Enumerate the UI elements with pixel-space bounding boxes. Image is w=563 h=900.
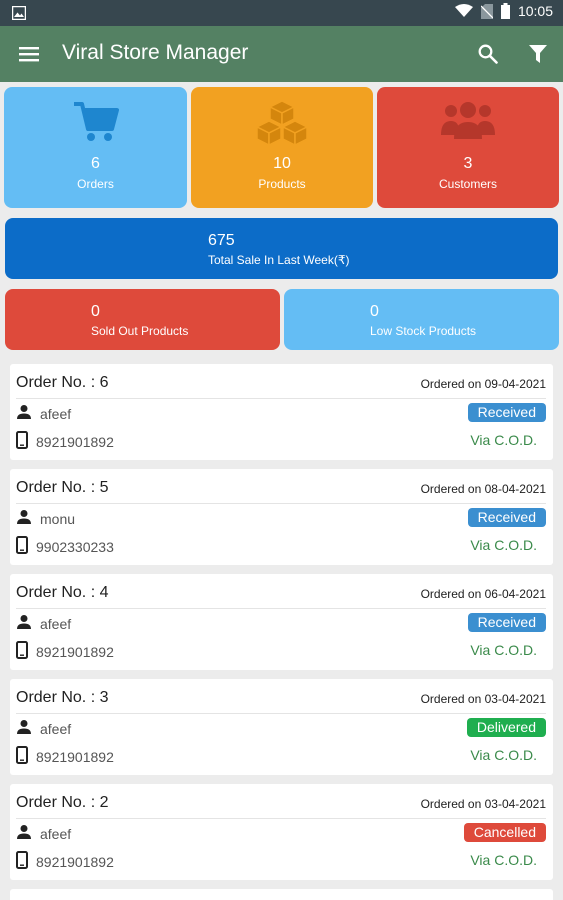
order-card[interactable]: Order No. : 2 Ordered on 03-04-2021 afee…	[10, 784, 553, 880]
divider	[16, 503, 546, 504]
orders-count: 6	[91, 155, 100, 172]
customer-name: afeef	[40, 615, 72, 632]
order-date: Ordered on 03-04-2021	[420, 692, 546, 706]
person-icon	[16, 824, 32, 843]
order-date: Ordered on 09-04-2021	[420, 377, 546, 391]
smartphone-icon	[16, 431, 28, 452]
status-badge: Delivered	[466, 718, 546, 737]
customer-name: afeef	[40, 720, 72, 737]
order-card-partial[interactable]	[10, 889, 553, 900]
customers-tile[interactable]: 3 Customers	[377, 87, 559, 208]
customers-label: Customers	[438, 177, 497, 191]
payment-mode: Via C.O.D.	[470, 852, 537, 868]
boxes-icon	[191, 101, 373, 145]
order-number: Order No. : 5	[16, 479, 109, 496]
products-count: 10	[273, 155, 291, 172]
status-badge: Received	[467, 613, 546, 632]
person-icon	[16, 509, 32, 528]
order-date: Ordered on 03-04-2021	[420, 797, 546, 811]
order-number: Order No. : 4	[16, 584, 109, 601]
products-label: Products	[258, 177, 306, 191]
person-icon	[16, 614, 32, 633]
people-icon	[377, 101, 559, 141]
divider	[16, 608, 546, 609]
person-icon	[16, 719, 32, 738]
weekly-sale-label: Total Sale In Last Week(₹)	[208, 253, 350, 267]
customer-name: afeef	[40, 825, 72, 842]
search-icon[interactable]	[474, 40, 502, 68]
customer-phone: 9902330233	[36, 538, 114, 555]
weekly-sale-value: 675	[208, 232, 235, 249]
no-sim-icon	[480, 3, 493, 19]
person-icon	[16, 404, 32, 423]
customer-phone: 8921901892	[36, 853, 114, 870]
gallery-notification-icon	[11, 5, 27, 25]
divider	[16, 818, 546, 819]
status-badge: Received	[467, 403, 546, 422]
battery-icon	[500, 3, 510, 19]
customer-name: monu	[40, 510, 76, 527]
smartphone-icon	[16, 851, 28, 872]
smartphone-icon	[16, 746, 28, 767]
filter-icon[interactable]	[524, 40, 552, 68]
customer-phone: 8921901892	[36, 748, 114, 765]
sold-out-count: 0	[91, 303, 100, 320]
status-badge: Cancelled	[463, 823, 546, 842]
low-stock-label: Low Stock Products	[370, 324, 477, 338]
payment-mode: Via C.O.D.	[470, 747, 537, 763]
customer-name: afeef	[40, 405, 72, 422]
orders-tile[interactable]: 6 Orders	[4, 87, 187, 208]
smartphone-icon	[16, 641, 28, 662]
status-badge: Received	[467, 508, 546, 527]
payment-mode: Via C.O.D.	[470, 537, 537, 553]
orders-label: Orders	[77, 177, 114, 191]
products-tile[interactable]: 10 Products	[191, 87, 373, 208]
order-card[interactable]: Order No. : 6 Ordered on 09-04-2021 afee…	[10, 364, 553, 460]
payment-mode: Via C.O.D.	[470, 642, 537, 658]
status-time: 10:05	[517, 3, 553, 19]
order-number: Order No. : 6	[16, 374, 109, 391]
wifi-icon	[454, 4, 473, 18]
customers-count: 3	[463, 155, 473, 172]
hamburger-menu-icon[interactable]	[14, 40, 44, 68]
cart-icon	[4, 101, 187, 143]
payment-mode: Via C.O.D.	[470, 432, 537, 448]
order-card[interactable]: Order No. : 3 Ordered on 03-04-2021 afee…	[10, 679, 553, 775]
app-title: Viral Store Manager	[62, 41, 249, 64]
order-card[interactable]: Order No. : 4 Ordered on 06-04-2021 afee…	[10, 574, 553, 670]
app-bar: Viral Store Manager	[0, 26, 563, 82]
divider	[16, 398, 546, 399]
order-date: Ordered on 06-04-2021	[420, 587, 546, 601]
low-stock-products-tile[interactable]: 0 Low Stock Products	[284, 289, 559, 350]
customer-phone: 8921901892	[36, 643, 114, 660]
low-stock-count: 0	[370, 303, 379, 320]
order-number: Order No. : 2	[16, 794, 109, 811]
divider	[16, 713, 546, 714]
weekly-sale-tile[interactable]: 675 Total Sale In Last Week(₹)	[5, 218, 558, 279]
order-number: Order No. : 3	[16, 689, 109, 706]
customer-phone: 8921901892	[36, 433, 114, 450]
order-date: Ordered on 08-04-2021	[420, 482, 546, 496]
smartphone-icon	[16, 536, 28, 557]
status-bar: 10:05	[0, 0, 563, 26]
sold-out-label: Sold Out Products	[91, 324, 189, 338]
order-card[interactable]: Order No. : 5 Ordered on 08-04-2021 monu…	[10, 469, 553, 565]
sold-out-products-tile[interactable]: 0 Sold Out Products	[5, 289, 280, 350]
